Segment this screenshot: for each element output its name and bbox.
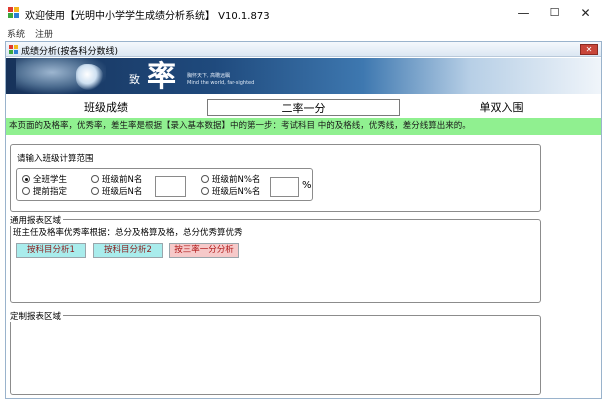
radio-label: 全班学生 <box>33 175 68 185</box>
info-notice: 本页面的及格率，优秀率，差生率是根据【录入基本数据】中的第一步：考试科目 中的及… <box>6 118 601 135</box>
banner-big-char: 率 <box>147 59 177 93</box>
minimize-button[interactable]: — <box>507 0 540 26</box>
subject-analysis-1-button[interactable]: 按科目分析1 <box>16 243 86 258</box>
three-rates-analysis-button[interactable]: 按三率一分分析 <box>169 243 239 258</box>
grade-analysis-window: 成绩分析(按各科分数线) ✕ 致 率 胸怀天下, 高瞻远瞩 Mind the w… <box>5 41 602 399</box>
radio-label: 班级后N名 <box>102 187 143 197</box>
common-report-group: 通用报表区域 班主任及格率优秀率根据：总分及格算及格，总分优秀算优秀 按科目分析… <box>10 214 541 303</box>
menu-system[interactable]: 系统 <box>7 27 25 40</box>
radio-unchecked-icon <box>91 175 99 183</box>
title-bar: 欢迎使用【光明中小学学生成绩分析系统】 V10.1.873 — ☐ ✕ <box>0 0 608 26</box>
subject-analysis-2-button[interactable]: 按科目分析2 <box>93 243 163 258</box>
custom-report-legend: 定制报表区域 <box>10 310 64 322</box>
radio-bottom-n-percent[interactable]: 班级后N%名 <box>201 187 260 197</box>
custom-report-group: 定制报表区域 <box>10 310 541 395</box>
child-window-icon <box>9 45 18 54</box>
app-grid-icon <box>8 7 20 19</box>
common-report-legend: 通用报表区域 <box>10 214 64 226</box>
range-group-title: 请输入班级计算范围 <box>17 154 94 164</box>
radio-all-students[interactable]: 全班学生 <box>22 175 67 185</box>
banner-glow-image <box>76 64 104 90</box>
tab-class-scores[interactable]: 班级成绩 <box>6 99 206 116</box>
banner-small-char: 致 <box>129 73 140 86</box>
banner-slogan-en: Mind the world, far-sighted <box>187 80 255 86</box>
child-window-title: 成绩分析(按各科分数线) <box>21 47 119 57</box>
tab-single-double[interactable]: 单双入围 <box>402 99 601 116</box>
radio-unchecked-icon <box>91 187 99 195</box>
child-close-button[interactable]: ✕ <box>580 44 598 55</box>
radio-checked-icon <box>22 175 30 183</box>
radio-unchecked-icon <box>22 187 30 195</box>
child-title-bar: 成绩分析(按各科分数线) ✕ <box>6 42 601 57</box>
banner-slogan-cn: 胸怀天下, 高瞻远瞩 <box>187 73 231 79</box>
radio-top-n-percent[interactable]: 班级前N%名 <box>201 175 260 185</box>
radio-unchecked-icon <box>201 175 209 183</box>
window-title: 欢迎使用【光明中小学学生成绩分析系统】 V10.1.873 <box>25 11 270 22</box>
banner: 致 率 胸怀天下, 高瞻远瞩 Mind the world, far-sight… <box>6 58 601 94</box>
close-button[interactable]: ✕ <box>569 0 602 26</box>
radio-preassigned[interactable]: 提前指定 <box>22 187 67 197</box>
radio-unchecked-icon <box>201 187 209 195</box>
tab-two-rates-one-score[interactable]: 二率一分 <box>207 99 400 116</box>
menu-bar: 系统 注册 <box>0 26 608 40</box>
common-report-description: 班主任及格率优秀率根据：总分及格算及格，总分优秀算优秀 <box>13 228 243 238</box>
radio-label: 班级前N%名 <box>212 175 261 185</box>
radio-label: 提前指定 <box>33 187 68 197</box>
radio-top-n[interactable]: 班级前N名 <box>91 175 142 185</box>
radio-label: 班级后N%名 <box>212 187 261 197</box>
radio-bottom-n[interactable]: 班级后N名 <box>91 187 142 197</box>
n-value-input[interactable] <box>155 176 186 197</box>
menu-register[interactable]: 注册 <box>35 27 53 40</box>
radio-label: 班级前N名 <box>102 175 143 185</box>
percent-value-input[interactable] <box>270 177 299 197</box>
range-group: 请输入班级计算范围 全班学生 提前指定 班级前N名 班级后N名 班级前N%名 班… <box>10 144 541 212</box>
percent-sign: % <box>302 180 312 191</box>
maximize-button[interactable]: ☐ <box>538 0 571 26</box>
